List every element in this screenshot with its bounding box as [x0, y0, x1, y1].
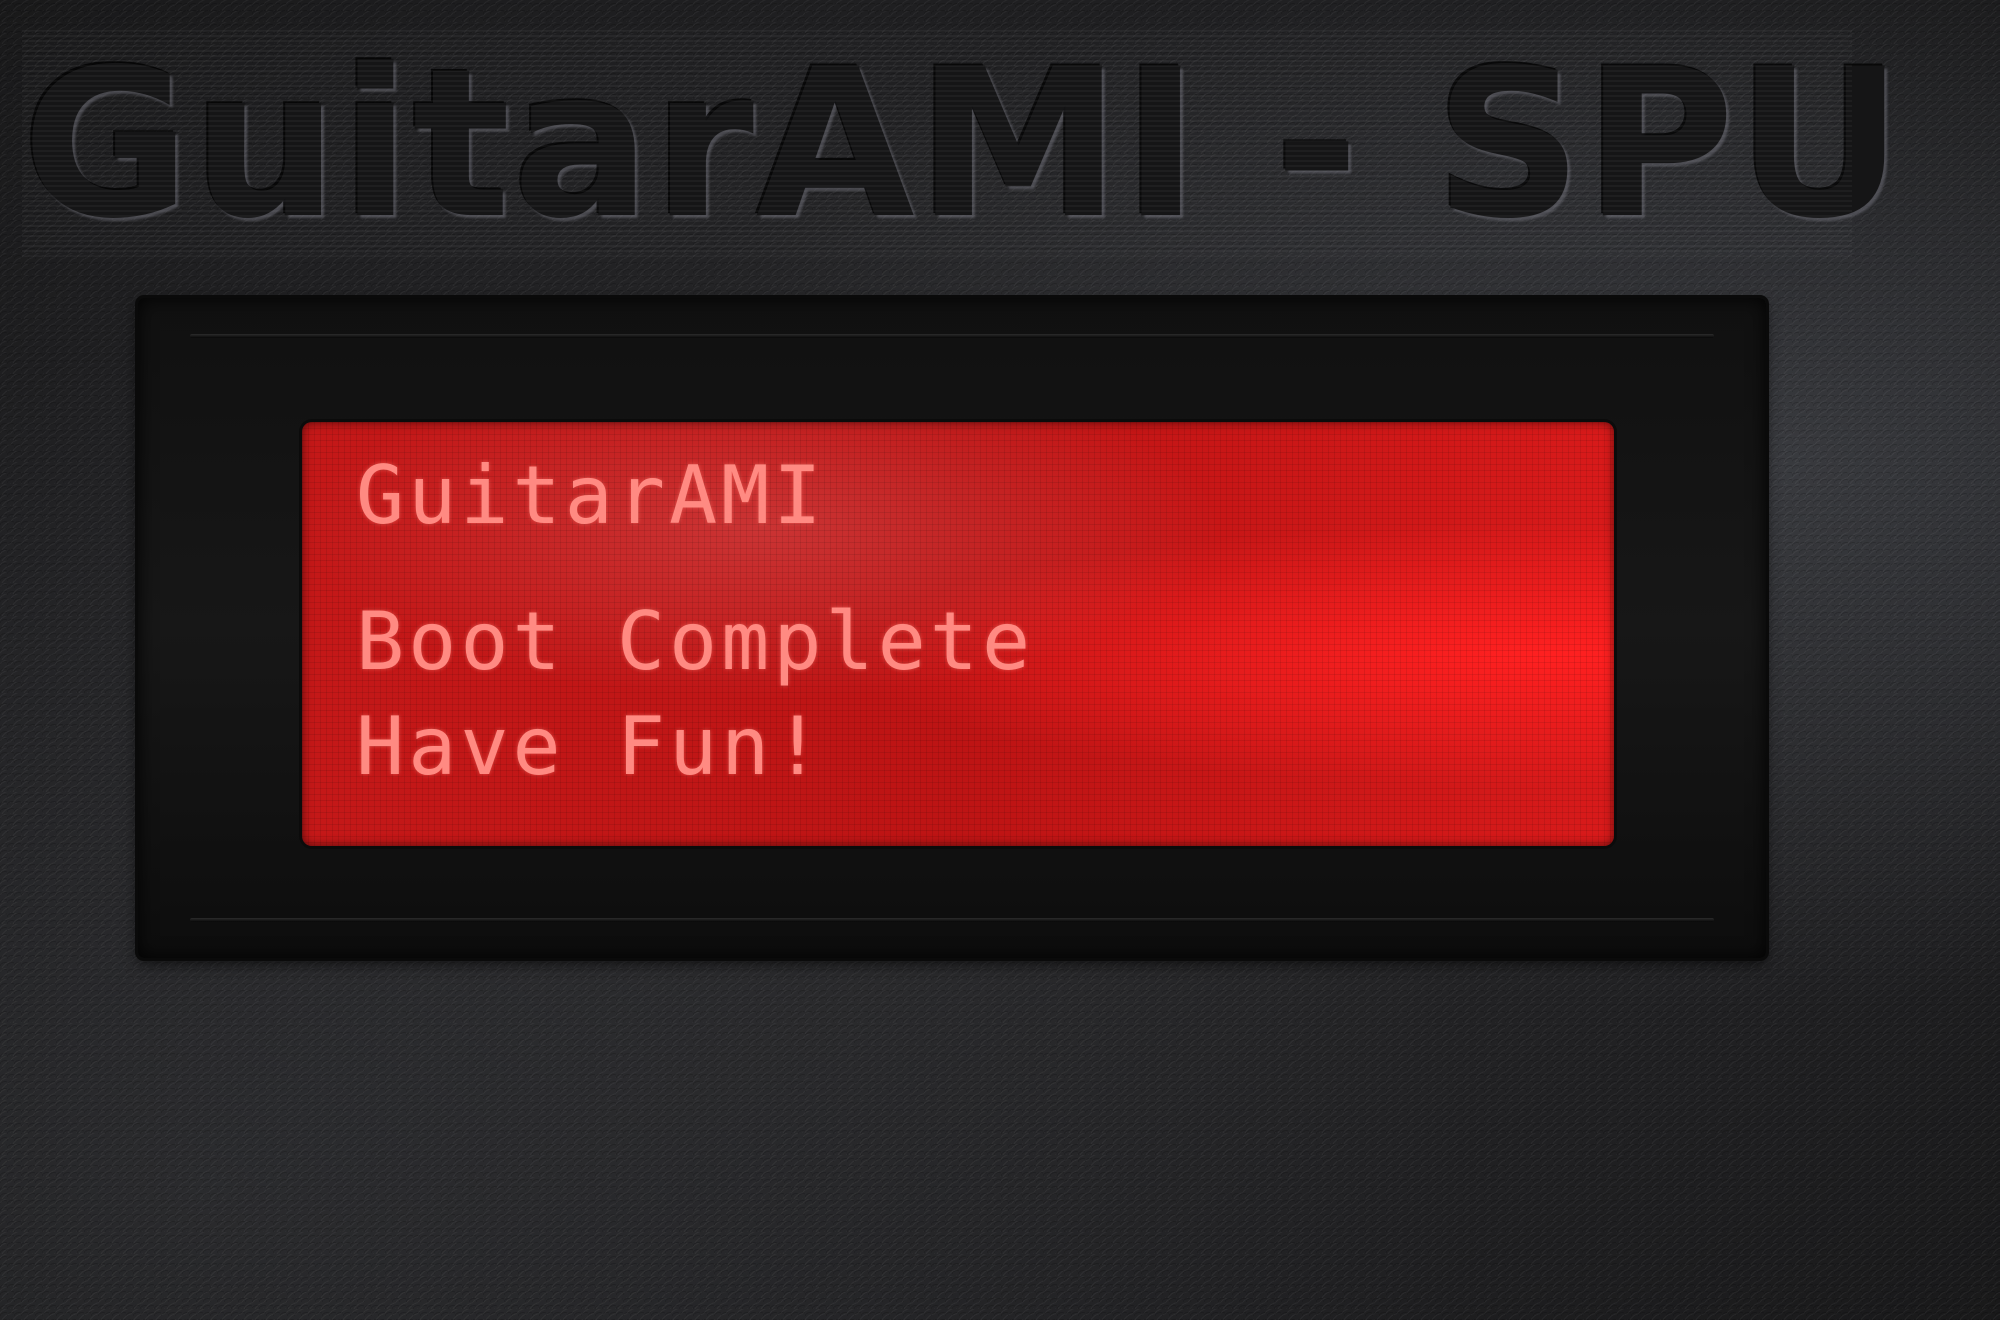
- bezel-groove-bottom: [190, 918, 1714, 922]
- device-enclosure: GuitarAMI - SPU GuitarAMI Boot Complete …: [0, 0, 2000, 1320]
- lcd-line-3: Boot Complete: [356, 595, 1035, 688]
- lcd-screen: GuitarAMI Boot Complete Have Fun!: [302, 422, 1614, 846]
- lcd-line-1: GuitarAMI: [356, 449, 826, 542]
- embossed-device-label: GuitarAMI - SPU: [22, 26, 1906, 264]
- bezel-groove-top: [190, 334, 1714, 338]
- lcd-line-4: Have Fun!: [356, 700, 826, 793]
- lcd-bezel: GuitarAMI Boot Complete Have Fun!: [138, 298, 1766, 958]
